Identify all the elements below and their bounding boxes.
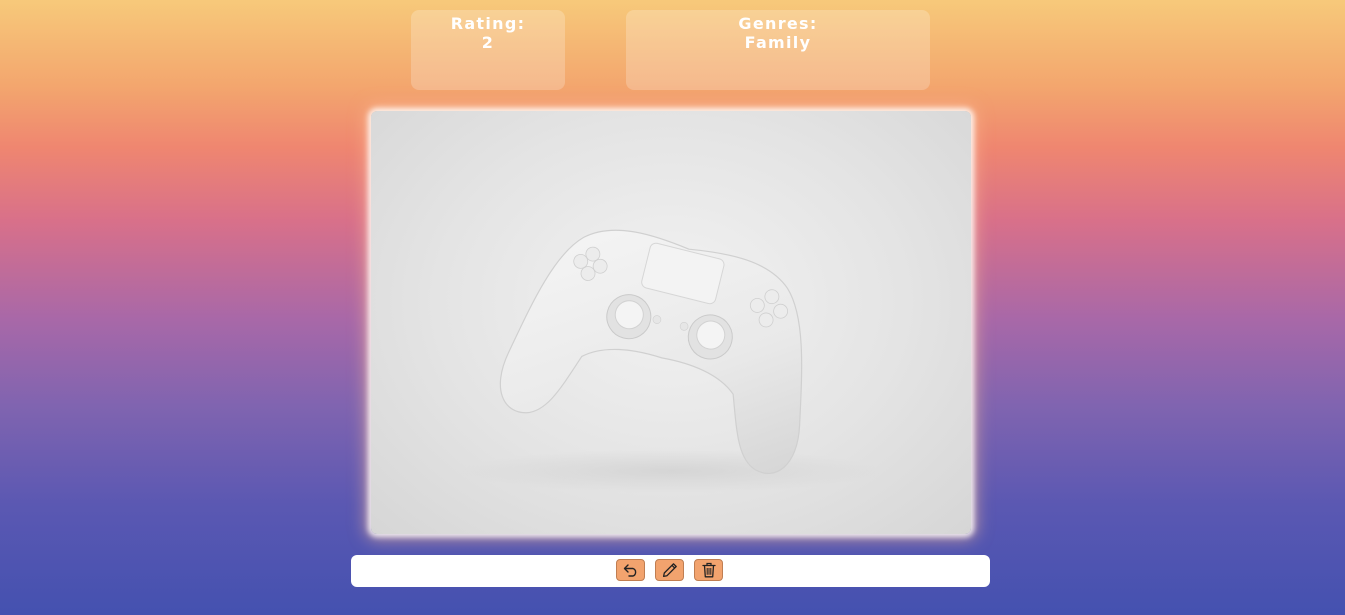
genres-value: Family [744,33,812,52]
game-image [371,111,971,534]
rating-value: 2 [481,33,495,52]
genres-label: Genres: [738,14,818,33]
edit-button[interactable] [655,559,684,581]
delete-button[interactable] [694,559,723,581]
trash-icon [701,562,716,578]
genres-card: Genres: Family [626,10,930,90]
undo-icon [623,564,636,577]
pencil-icon [662,563,677,578]
undo-button[interactable] [616,559,645,581]
rating-card: Rating: 2 [411,10,565,90]
action-toolbar [351,555,990,587]
game-controller-illustration [461,229,881,493]
rating-label: Rating: [450,14,526,33]
